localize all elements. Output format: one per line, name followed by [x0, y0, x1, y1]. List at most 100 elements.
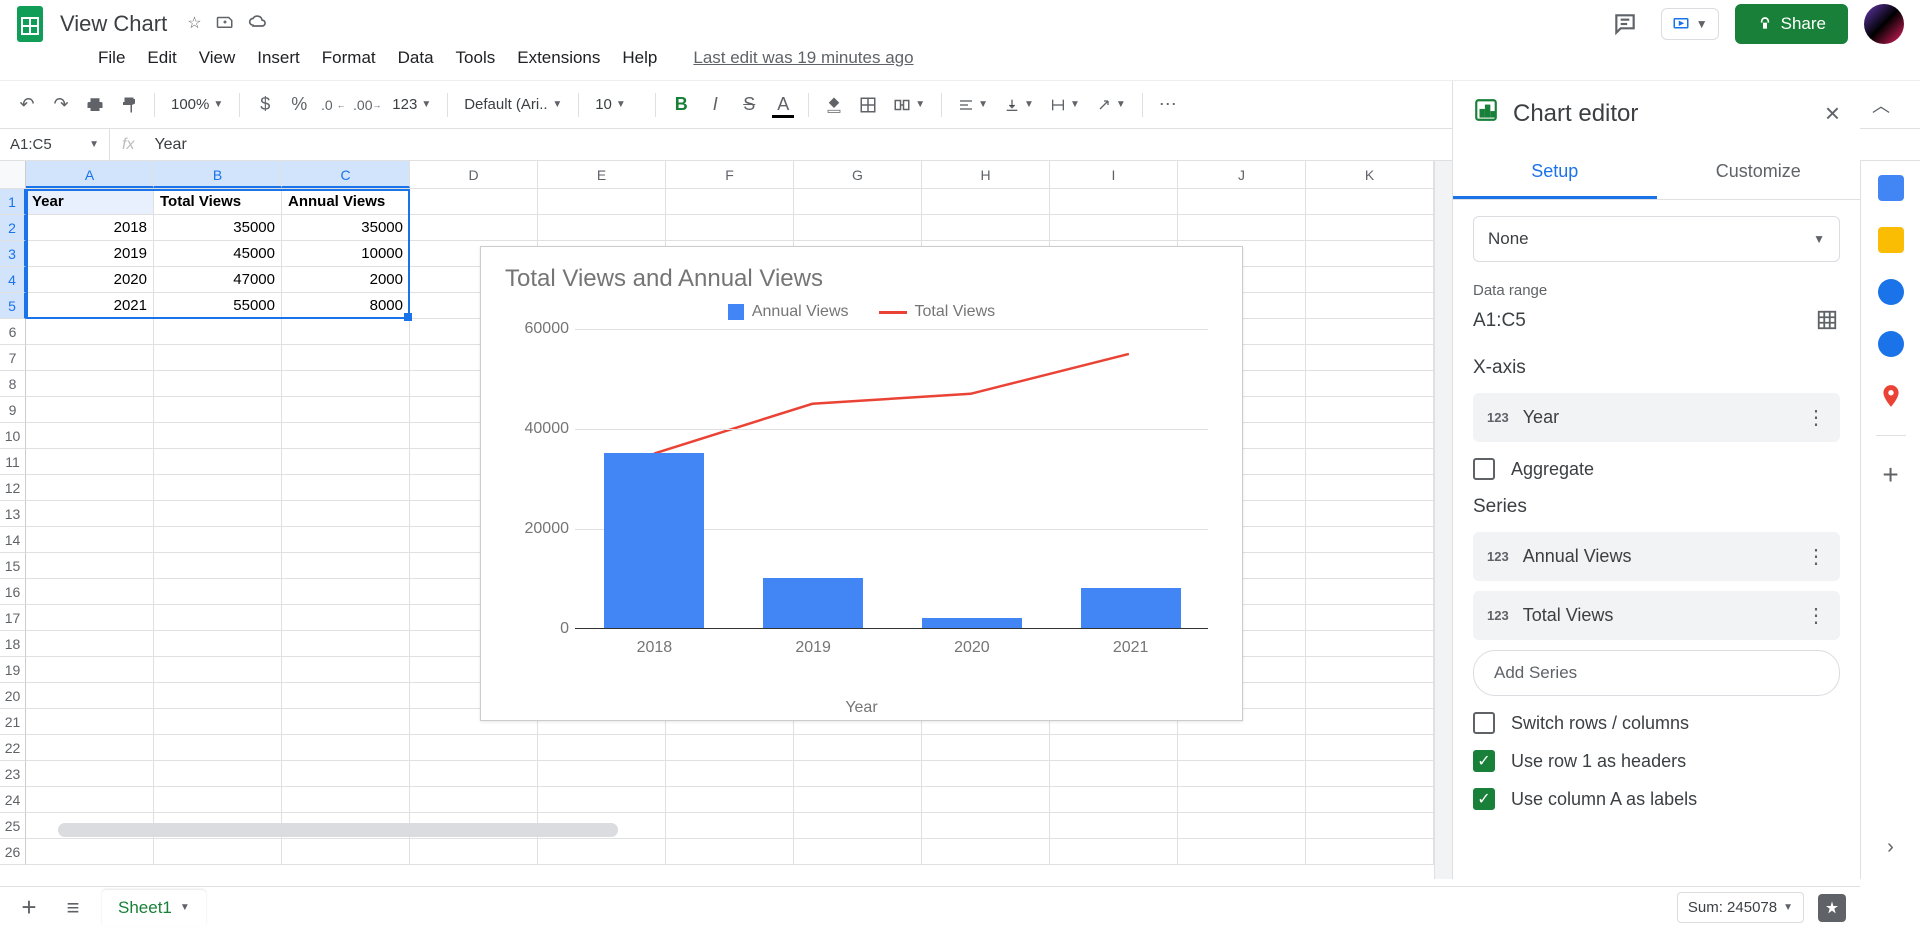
cell[interactable] [1306, 319, 1434, 345]
embedded-chart[interactable]: Total Views and Annual Views Annual View… [480, 246, 1243, 721]
column-header[interactable]: B [154, 161, 282, 188]
print-icon[interactable] [80, 90, 110, 120]
cell[interactable] [794, 839, 922, 865]
menu-tools[interactable]: Tools [446, 44, 506, 72]
cell[interactable]: 2019 [26, 241, 154, 267]
column-header[interactable]: A [26, 161, 154, 188]
cell[interactable] [1050, 189, 1178, 215]
cell[interactable] [922, 215, 1050, 241]
column-header[interactable]: H [922, 161, 1050, 188]
merge-cells-button[interactable]: ▼ [887, 96, 931, 114]
row-header[interactable]: 3 [0, 241, 26, 267]
cell[interactable] [26, 709, 154, 735]
cell[interactable] [282, 397, 410, 423]
cell[interactable] [282, 839, 410, 865]
cell[interactable] [154, 397, 282, 423]
cell[interactable]: 2018 [26, 215, 154, 241]
row-header[interactable]: 6 [0, 319, 26, 345]
cell[interactable] [922, 189, 1050, 215]
cell[interactable] [1306, 605, 1434, 631]
cell[interactable] [154, 449, 282, 475]
quicksum-dropdown[interactable]: Sum: 245078▼ [1677, 892, 1804, 923]
cell[interactable] [1050, 761, 1178, 787]
bold-button[interactable]: B [666, 90, 696, 120]
cell[interactable] [282, 657, 410, 683]
cell[interactable] [1050, 813, 1178, 839]
cell[interactable] [410, 787, 538, 813]
cell[interactable] [282, 371, 410, 397]
tasks-icon[interactable] [1878, 279, 1904, 305]
cell[interactable] [1178, 839, 1306, 865]
cell[interactable] [1306, 787, 1434, 813]
redo-icon[interactable]: ↷ [46, 90, 76, 120]
cell[interactable] [666, 839, 794, 865]
cell[interactable] [26, 579, 154, 605]
row-header[interactable]: 17 [0, 605, 26, 631]
cell[interactable] [26, 527, 154, 553]
column-header[interactable]: F [666, 161, 794, 188]
formula-input[interactable]: Year [146, 136, 194, 154]
cell[interactable] [1306, 215, 1434, 241]
cell[interactable] [154, 657, 282, 683]
borders-button[interactable] [853, 90, 883, 120]
use-colA-labels-row[interactable]: ✓Use column A as labels [1473, 788, 1840, 810]
explore-icon[interactable] [1818, 894, 1846, 922]
cell[interactable] [282, 501, 410, 527]
cell[interactable] [794, 735, 922, 761]
column-header[interactable]: J [1178, 161, 1306, 188]
cell[interactable] [1306, 475, 1434, 501]
row-header[interactable]: 20 [0, 683, 26, 709]
cell[interactable] [26, 423, 154, 449]
present-button[interactable]: ▼ [1661, 8, 1719, 40]
add-addon-icon[interactable]: + [1878, 462, 1904, 488]
row-header[interactable]: 26 [0, 839, 26, 865]
last-edit-link[interactable]: Last edit was 19 minutes ago [683, 44, 923, 72]
percent-button[interactable]: % [284, 90, 314, 120]
row-header[interactable]: 15 [0, 553, 26, 579]
cell[interactable] [794, 813, 922, 839]
currency-button[interactable]: $ [250, 90, 280, 120]
cell[interactable] [1306, 241, 1434, 267]
undo-icon[interactable]: ↶ [12, 90, 42, 120]
text-color-button[interactable]: A [768, 90, 798, 120]
row-header[interactable]: 13 [0, 501, 26, 527]
more-toolbar-icon[interactable]: ⋯ [1153, 90, 1183, 120]
cell[interactable] [26, 475, 154, 501]
cell[interactable] [1050, 735, 1178, 761]
cell[interactable] [1306, 709, 1434, 735]
calendar-icon[interactable] [1878, 175, 1904, 201]
cell[interactable]: 2021 [26, 293, 154, 319]
more-icon[interactable]: ⋮ [1806, 405, 1826, 430]
row-header[interactable]: 24 [0, 787, 26, 813]
document-title[interactable]: View Chart [54, 9, 173, 39]
row-header[interactable]: 7 [0, 345, 26, 371]
add-series-button[interactable]: Add Series [1473, 650, 1840, 696]
cell[interactable] [154, 735, 282, 761]
cell[interactable] [1306, 761, 1434, 787]
aggregate-checkbox-row[interactable]: Aggregate [1473, 458, 1840, 480]
cell[interactable] [154, 423, 282, 449]
star-icon[interactable]: ☆ [187, 13, 201, 36]
cell[interactable] [26, 839, 154, 865]
text-rotation-button[interactable]: ▼ [1090, 97, 1132, 113]
cell[interactable] [154, 709, 282, 735]
all-sheets-icon[interactable]: ≡ [58, 893, 88, 923]
cell[interactable]: 45000 [154, 241, 282, 267]
tab-customize[interactable]: Customize [1657, 147, 1861, 199]
cell[interactable] [1306, 683, 1434, 709]
cell[interactable] [26, 605, 154, 631]
cell[interactable] [410, 189, 538, 215]
cell[interactable] [282, 735, 410, 761]
row-header[interactable]: 1 [0, 189, 26, 215]
cell[interactable] [794, 761, 922, 787]
cell[interactable]: 8000 [282, 293, 410, 319]
cell[interactable] [26, 657, 154, 683]
cell[interactable] [26, 683, 154, 709]
row-header[interactable]: 9 [0, 397, 26, 423]
cell[interactable]: Total Views [154, 189, 282, 215]
cell[interactable] [1306, 371, 1434, 397]
row-header[interactable]: 11 [0, 449, 26, 475]
cell[interactable] [666, 215, 794, 241]
decrease-decimal-button[interactable]: .0 ← [318, 90, 348, 120]
cell[interactable] [410, 839, 538, 865]
